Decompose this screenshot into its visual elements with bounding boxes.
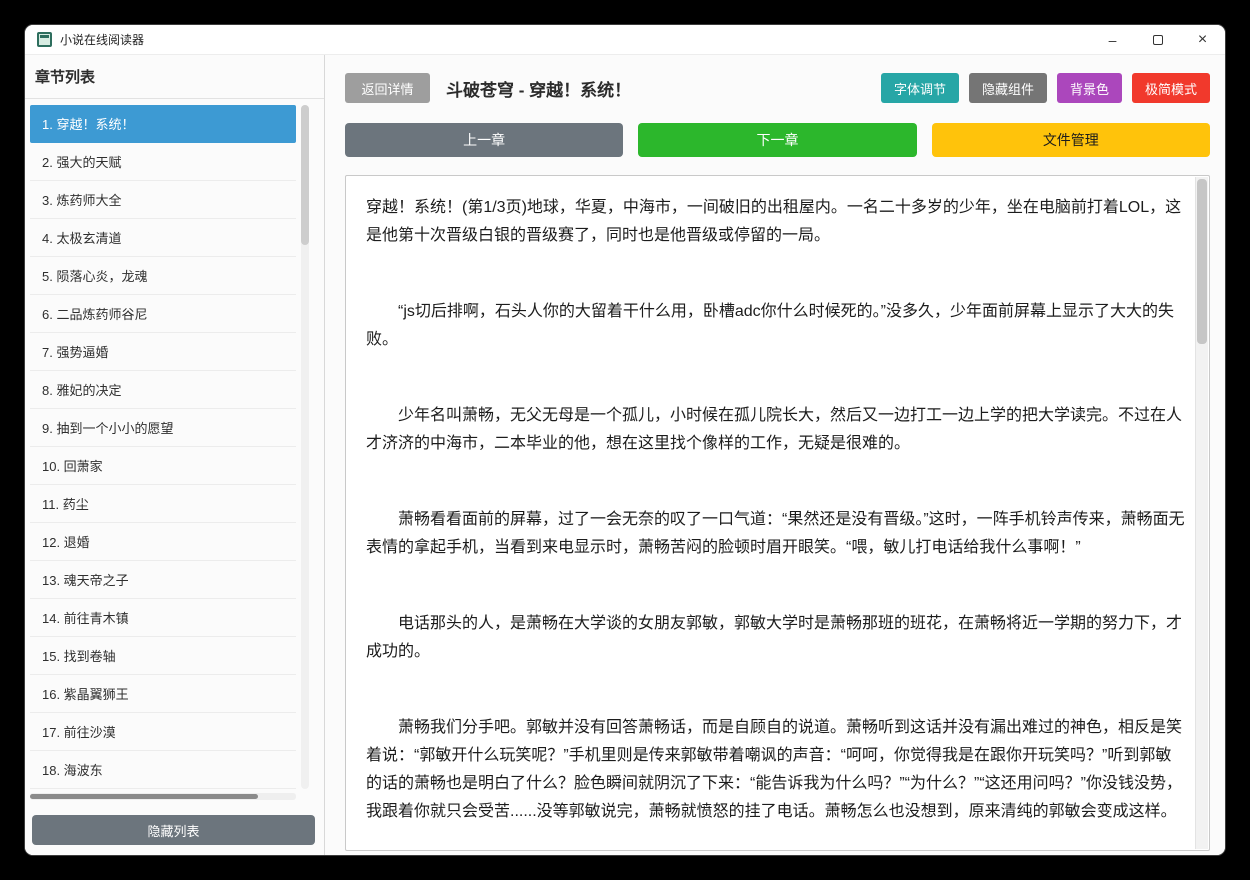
reader-toolbar: 返回详情 斗破苍穹 - 穿越！系统！ 字体调节 隐藏组件 背景色 极简模式 (345, 73, 1210, 103)
next-chapter-button[interactable]: 下一章 (638, 123, 917, 157)
chapter-item[interactable]: 14. 前往青木镇 (30, 599, 296, 637)
reader-pane: 穿越！系统！(第1/3页)地球，华夏，中海市，一间破旧的出租屋内。一名二十多岁的… (345, 175, 1210, 851)
background-color-button[interactable]: 背景色 (1056, 73, 1122, 103)
chapter-item[interactable]: 15. 找到卷轴 (30, 637, 296, 675)
novel-paragraph: “js切后排啊，石头人你的大留着干什么用，卧槽adc你什么时候死的。”没多久，少… (366, 303, 1175, 348)
main-panel: 返回详情 斗破苍穹 - 穿越！系统！ 字体调节 隐藏组件 背景色 极简模式 上一… (325, 55, 1225, 855)
chapter-item[interactable]: 17. 前往沙漠 (30, 713, 296, 751)
window-controls: – × (1090, 25, 1225, 54)
chapter-item[interactable]: 8. 雅妃的决定 (30, 371, 296, 409)
maximize-button[interactable] (1135, 25, 1180, 54)
sidebar-vertical-scrollbar[interactable] (301, 105, 309, 789)
window-title: 小说在线阅读器 (60, 33, 145, 47)
file-manager-button[interactable]: 文件管理 (931, 123, 1210, 157)
sidebar-header: 章节列表 (25, 55, 324, 99)
minimal-mode-button[interactable]: 极简模式 (1131, 73, 1210, 103)
novel-paragraph: 萧畅我们分手吧。郭敏并没有回答萧畅话，而是自顾自的说道。萧畅听到这话并没有漏出难… (366, 719, 1183, 820)
sidebar-vertical-scrollbar-thumb[interactable] (301, 105, 309, 245)
hide-widgets-button[interactable]: 隐藏组件 (968, 73, 1047, 103)
chapter-item[interactable]: 13. 魂天帝之子 (30, 561, 296, 599)
novel-text: 穿越！系统！(第1/3页)地球，华夏，中海市，一间破旧的出租屋内。一名二十多岁的… (346, 176, 1194, 850)
hide-list-button[interactable]: 隐藏列表 (32, 815, 315, 845)
chapter-list: 1. 穿越！系统！ 2. 强大的天赋 3. 炼药师大全 4. 太极玄清道 5. … (30, 105, 296, 789)
app-window: 小说在线阅读器 – × 章节列表 1. 穿越！系统！ 2. 强大的天赋 3. 炼… (25, 25, 1225, 855)
novel-paragraph: 少年名叫萧畅，无父无母是一个孤儿，小时候在孤儿院长大，然后又一边打工一边上学的把… (366, 407, 1183, 452)
chapter-item[interactable]: 4. 太极玄清道 (30, 219, 296, 257)
font-adjust-button[interactable]: 字体调节 (880, 73, 959, 103)
back-to-details-button[interactable]: 返回详情 (345, 73, 430, 103)
close-button[interactable]: × (1180, 25, 1225, 54)
chapter-item[interactable]: 1. 穿越！系统！ (30, 105, 296, 143)
titlebar: 小说在线阅读器 – × (25, 25, 1225, 55)
chapter-list-title: 章节列表 (35, 69, 96, 86)
chapter-item[interactable]: 3. 炼药师大全 (30, 181, 296, 219)
chapter-item[interactable]: 6. 二品炼药师谷尼 (30, 295, 296, 333)
app-body: 章节列表 1. 穿越！系统！ 2. 强大的天赋 3. 炼药师大全 4. 太极玄清… (25, 55, 1225, 855)
maximize-icon (1152, 34, 1163, 45)
chapter-item[interactable]: 10. 回萧家 (30, 447, 296, 485)
chapter-sidebar: 章节列表 1. 穿越！系统！ 2. 强大的天赋 3. 炼药师大全 4. 太极玄清… (25, 55, 325, 855)
chapter-item[interactable]: 9. 抽到一个小小的愿望 (30, 409, 296, 447)
sidebar-horizontal-scrollbar-thumb[interactable] (30, 794, 258, 799)
previous-chapter-button[interactable]: 上一章 (345, 123, 624, 157)
book-chapter-title: 斗破苍穹 - 穿越！系统！ (446, 80, 632, 100)
sidebar-horizontal-scrollbar[interactable] (30, 793, 296, 800)
novel-paragraph: 电话那头的人，是萧畅在大学谈的女朋友郭敏，郭敏大学时是萧畅那班的班花，在萧畅将近… (366, 615, 1183, 660)
novel-paragraph: 穿越！系统！(第1/3页)地球，华夏，中海市，一间破旧的出租屋内。一名二十多岁的… (366, 199, 1182, 244)
chapter-nav-row: 上一章 下一章 文件管理 (345, 123, 1210, 157)
chapter-item[interactable]: 12. 退婚 (30, 523, 296, 561)
toolbar-right-group: 字体调节 隐藏组件 背景色 极简模式 (880, 73, 1210, 103)
app-icon (37, 32, 52, 47)
novel-paragraph: 萧畅看看面前的屏幕，过了一会无奈的叹了一口气道：“果然还是没有晋级。”这时，一阵… (366, 511, 1185, 556)
chapter-item[interactable]: 5. 陨落心炎，龙魂 (30, 257, 296, 295)
reader-vertical-scrollbar[interactable] (1195, 177, 1208, 849)
chapter-item[interactable]: 7. 强势逼婚 (30, 333, 296, 371)
minimize-button[interactable]: – (1090, 25, 1135, 54)
chapter-item[interactable]: 2. 强大的天赋 (30, 143, 296, 181)
chapter-item[interactable]: 16. 紫晶翼狮王 (30, 675, 296, 713)
reader-vertical-scrollbar-thumb[interactable] (1197, 179, 1207, 344)
chapter-item[interactable]: 11. 药尘 (30, 485, 296, 523)
chapter-item[interactable]: 18. 海波东 (30, 751, 296, 789)
